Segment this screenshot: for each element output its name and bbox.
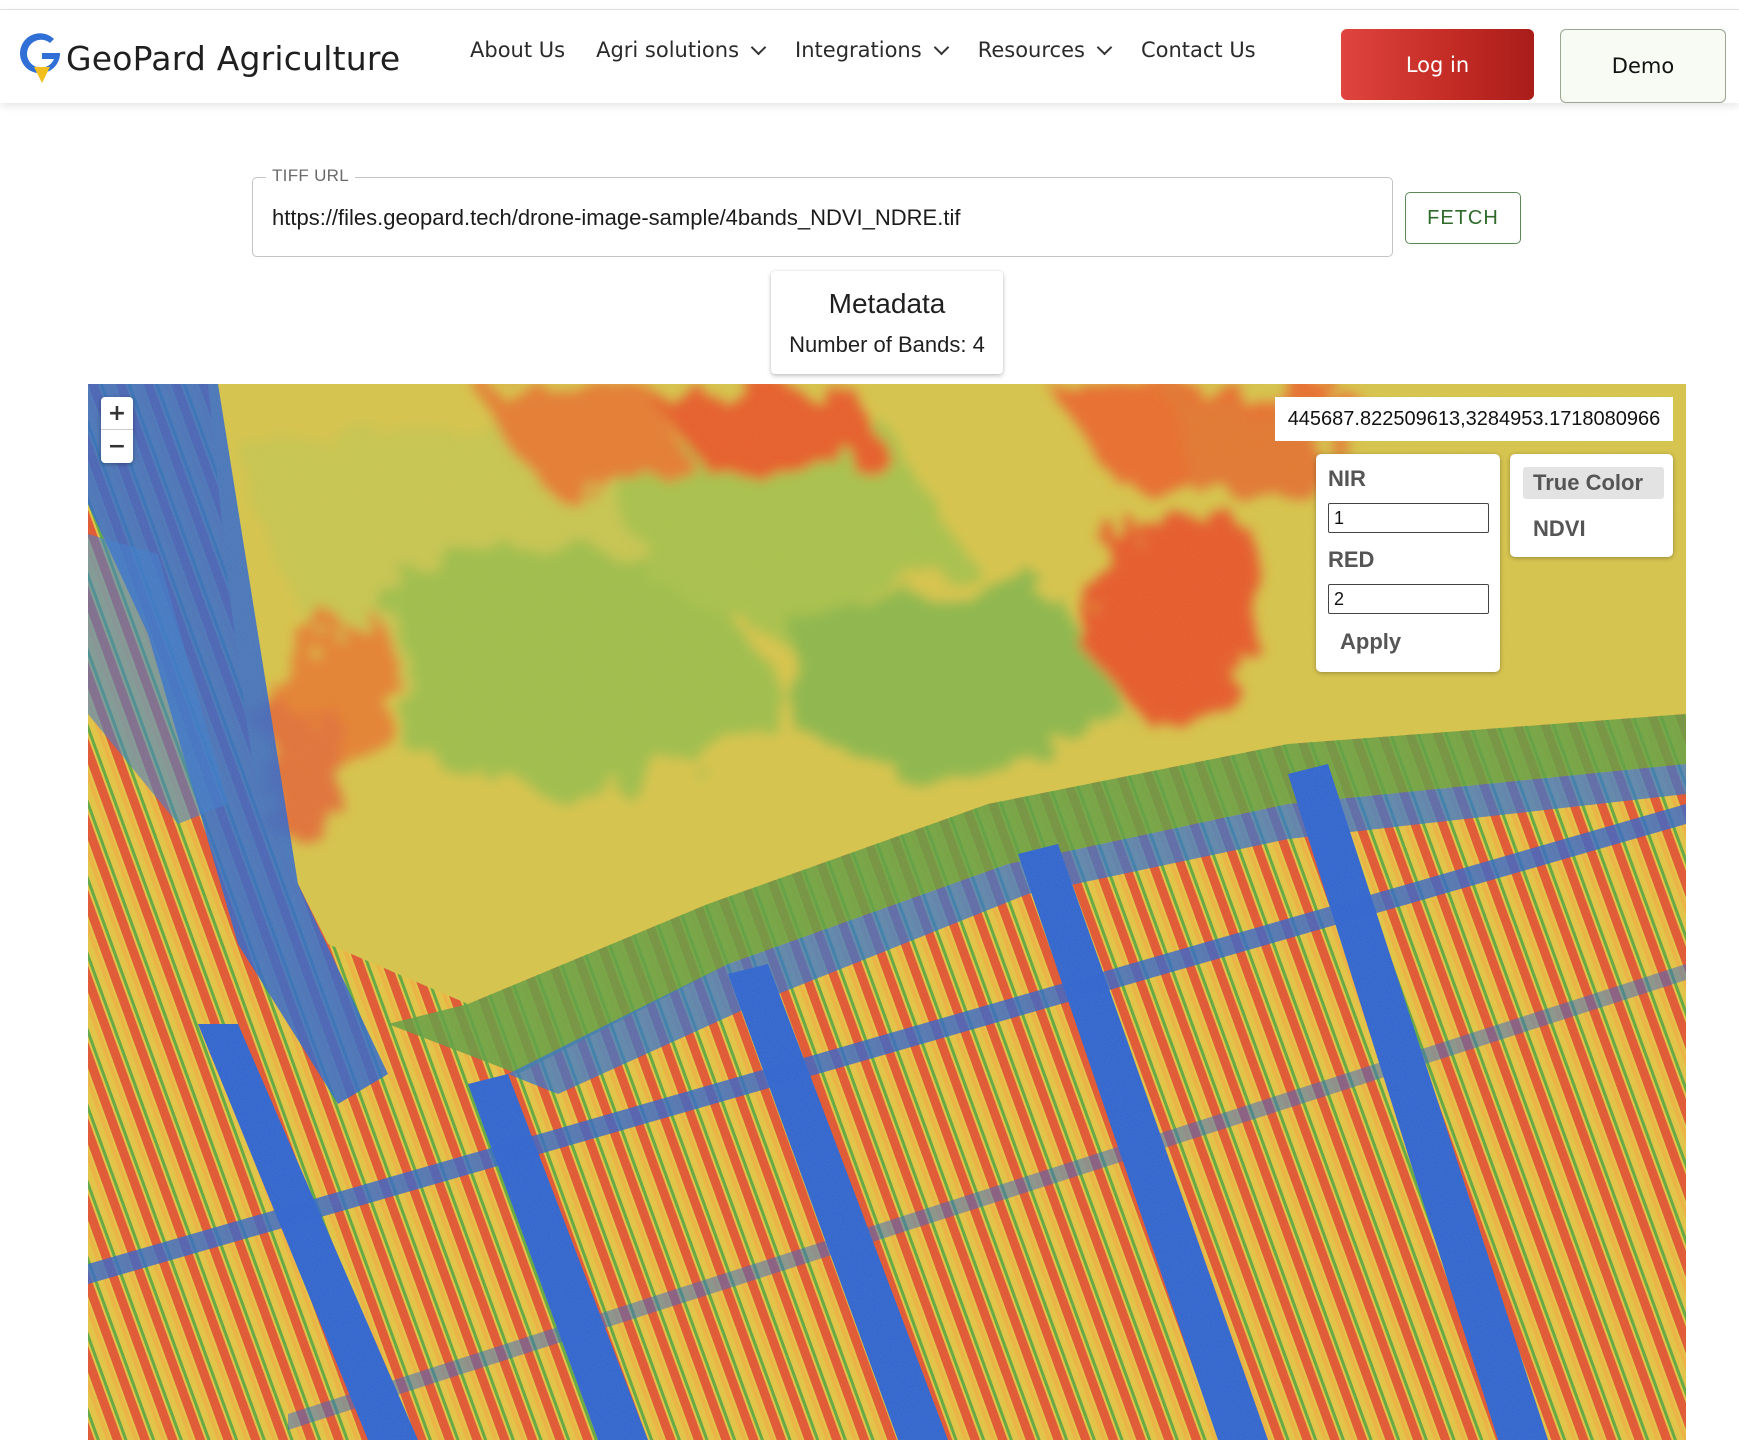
metadata-card: Metadata Number of Bands: 4 [771, 271, 1003, 374]
nav-about-us[interactable]: About Us [470, 38, 565, 62]
render-mode-panel: True Color NDVI [1510, 454, 1673, 557]
tiff-url-value[interactable]: https://files.geopard.tech/drone-image-s… [272, 205, 960, 231]
cursor-coordinates: 445687.822509613,3284953.1718080966 [1275, 397, 1673, 441]
nav-resources-label: Resources [977, 38, 1085, 62]
zoom-in-button[interactable]: + [101, 397, 133, 430]
tiff-url-label: TIFF URL [266, 166, 356, 186]
nav-contact-us[interactable]: Contact Us [1141, 38, 1256, 62]
nir-label: NIR [1328, 466, 1366, 491]
nav-integrations-label: Integrations [795, 38, 922, 62]
metadata-band-count: Number of Bands: 4 [789, 332, 985, 357]
brand-logo[interactable]: GeoPard Agriculture [20, 30, 400, 86]
fetch-button[interactable]: FETCH [1405, 192, 1521, 244]
nav-resources[interactable]: Resources [977, 38, 1113, 62]
login-button[interactable]: Log in [1341, 29, 1534, 100]
nav-agri-solutions[interactable]: Agri solutions [596, 38, 767, 62]
demo-button[interactable]: Demo [1560, 29, 1726, 103]
site-header: GeoPard Agriculture About Us Agri soluti… [0, 10, 1739, 103]
red-label: RED [1328, 547, 1375, 572]
red-band-input[interactable] [1328, 584, 1489, 614]
top-border [0, 0, 1739, 10]
true-color-option[interactable]: True Color [1523, 467, 1664, 499]
chevron-down-icon [933, 39, 949, 55]
chevron-down-icon [1096, 39, 1113, 55]
apply-button[interactable]: Apply [1340, 629, 1401, 655]
geopard-logo-icon [20, 33, 61, 83]
chevron-down-icon [750, 39, 767, 55]
nir-band-input[interactable] [1328, 503, 1489, 533]
main-nav: About Us Agri solutions Integrations Res… [470, 38, 1287, 62]
zoom-control: + − [101, 397, 133, 463]
nav-about-us-label: About Us [470, 38, 566, 62]
zoom-out-button[interactable]: − [101, 430, 133, 463]
nav-contact-us-label: Contact Us [1140, 38, 1256, 62]
ndvi-option[interactable]: NDVI [1533, 516, 1586, 542]
nav-integrations[interactable]: Integrations [795, 38, 949, 62]
brand-name: GeoPard Agriculture [66, 38, 401, 78]
metadata-title: Metadata [828, 288, 946, 319]
band-selector-panel: NIR RED Apply [1316, 454, 1500, 672]
nav-agri-solutions-label: Agri solutions [596, 38, 740, 62]
